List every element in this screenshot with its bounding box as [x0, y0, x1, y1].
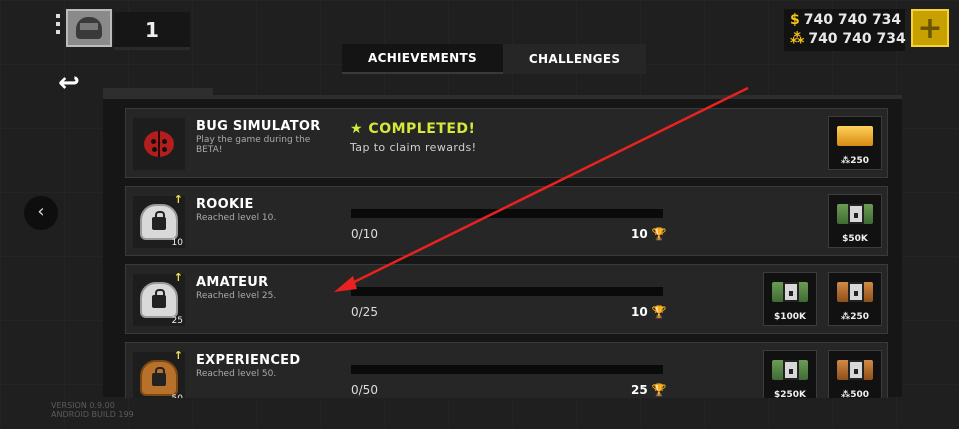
- achievement-desc: Reached level 25.: [196, 291, 277, 301]
- reward-copper[interactable]: ⁂500: [828, 350, 882, 398]
- helmet-icon: ↑ 50: [133, 349, 185, 398]
- lock-icon: [783, 360, 799, 380]
- cash-value: 740 740 734: [803, 12, 902, 28]
- reward-label: $250K: [773, 390, 807, 398]
- trophy-icon: 🏆: [651, 383, 667, 397]
- progress-text: 0/50: [351, 383, 378, 397]
- progress-bar: [351, 209, 663, 218]
- achievement-row-amateur[interactable]: ↑ 25 AMATEUR Reached level 25. 0/25 10 🏆…: [125, 264, 888, 334]
- trophy-count: 10 🏆: [631, 305, 667, 319]
- achievement-row-bug-simulator[interactable]: BUG SIMULATOR Play the game during the B…: [125, 108, 888, 178]
- trophy-count: 25 🏆: [631, 383, 667, 397]
- reward-cash[interactable]: $50K: [828, 194, 882, 248]
- lock-icon: [783, 282, 799, 302]
- lock-icon: [152, 211, 166, 230]
- level-badge: 10: [171, 238, 183, 248]
- progress-bar: [351, 287, 663, 296]
- reward-label: ⁂250: [841, 312, 869, 322]
- helmet-avatar-icon: [76, 17, 102, 39]
- reward-label: $100K: [773, 312, 807, 322]
- gold-value: 740 740 734: [808, 31, 906, 47]
- helmet-icon: ↑ 10: [133, 193, 185, 248]
- trophy-count: 10 🏆: [631, 227, 667, 241]
- lock-icon: [848, 360, 864, 380]
- trophy-value: 25: [631, 383, 648, 397]
- achievement-row-experienced[interactable]: ↑ 50 EXPERIENCED Reached level 50. 0/50 …: [125, 342, 888, 398]
- lock-icon: [848, 204, 864, 224]
- level-up-icon: ↑: [173, 271, 183, 284]
- tab-challenges[interactable]: CHALLENGES: [502, 44, 647, 74]
- cash-symbol: $: [790, 12, 800, 28]
- chevron-left-icon[interactable]: ‹: [24, 196, 58, 230]
- progress-bar: [351, 365, 663, 374]
- tab-achievements[interactable]: ACHIEVEMENTS: [342, 44, 503, 74]
- reward-copper[interactable]: ⁂250: [828, 272, 882, 326]
- reward-label: ⁂250: [841, 156, 869, 166]
- player-avatar[interactable]: [66, 9, 112, 47]
- trophy-value: 10: [631, 305, 648, 319]
- level-up-icon: ↑: [173, 193, 183, 206]
- level-badge: 50: [172, 394, 183, 398]
- lock-icon: [152, 367, 166, 386]
- gold-amount: ⁂ 740 740 734: [790, 30, 906, 49]
- gold-symbol: ⁂: [790, 31, 805, 47]
- tab-bar: ACHIEVEMENTS CHALLENGES: [342, 44, 647, 74]
- achievement-desc: Reached level 50.: [196, 369, 277, 379]
- add-currency-button[interactable]: +: [911, 9, 949, 47]
- reward-cash[interactable]: $250K: [763, 350, 817, 398]
- lock-icon: [848, 282, 864, 302]
- progress-text: 0/25: [351, 305, 378, 319]
- achievement-title: EXPERIENCED: [196, 353, 301, 368]
- lock-icon: [152, 289, 166, 308]
- cash-amount: $740 740 734: [790, 11, 902, 30]
- gold-bars-icon: [837, 126, 873, 146]
- menu-dots-icon[interactable]: [56, 14, 62, 38]
- achievement-row-rookie[interactable]: ↑ 10 ROOKIE Reached level 10. 0/10 10 🏆 …: [125, 186, 888, 256]
- achievement-title: BUG SIMULATOR: [196, 119, 321, 134]
- currency-panel: $740 740 734 ⁂ 740 740 734: [784, 9, 906, 51]
- level-badge: 25: [171, 316, 183, 326]
- progress-text: 0/10: [351, 227, 378, 241]
- back-arrow-icon[interactable]: ↩: [52, 68, 86, 98]
- version-info: VERSION 0.9.00 ANDROID BUILD 199: [51, 401, 134, 419]
- reward-label: ⁂500: [841, 390, 869, 398]
- reward-gold-bars[interactable]: ⁂250: [828, 116, 882, 170]
- achievement-desc: Reached level 10.: [196, 213, 277, 223]
- level-up-icon: ↑: [173, 349, 183, 362]
- version-text: VERSION 0.9.00: [51, 401, 115, 410]
- trophy-value: 10: [631, 227, 648, 241]
- bug-icon: [133, 118, 185, 170]
- completed-label: ★ COMPLETED!: [350, 121, 476, 137]
- claim-rewards-text[interactable]: Tap to claim rewards!: [350, 141, 476, 154]
- achievement-title: ROOKIE: [196, 197, 254, 212]
- player-level: 1: [114, 12, 190, 50]
- trophy-icon: 🏆: [651, 305, 667, 319]
- build-text: ANDROID BUILD 199: [51, 410, 134, 419]
- reward-label: $50K: [842, 234, 868, 244]
- achievement-list[interactable]: BUG SIMULATOR Play the game during the B…: [125, 108, 888, 398]
- achievement-desc: Play the game during the BETA!: [196, 135, 311, 155]
- trophy-icon: 🏆: [651, 227, 667, 241]
- reward-cash[interactable]: $100K: [763, 272, 817, 326]
- achievement-title: AMATEUR: [196, 275, 269, 290]
- helmet-icon: ↑ 25: [133, 271, 185, 326]
